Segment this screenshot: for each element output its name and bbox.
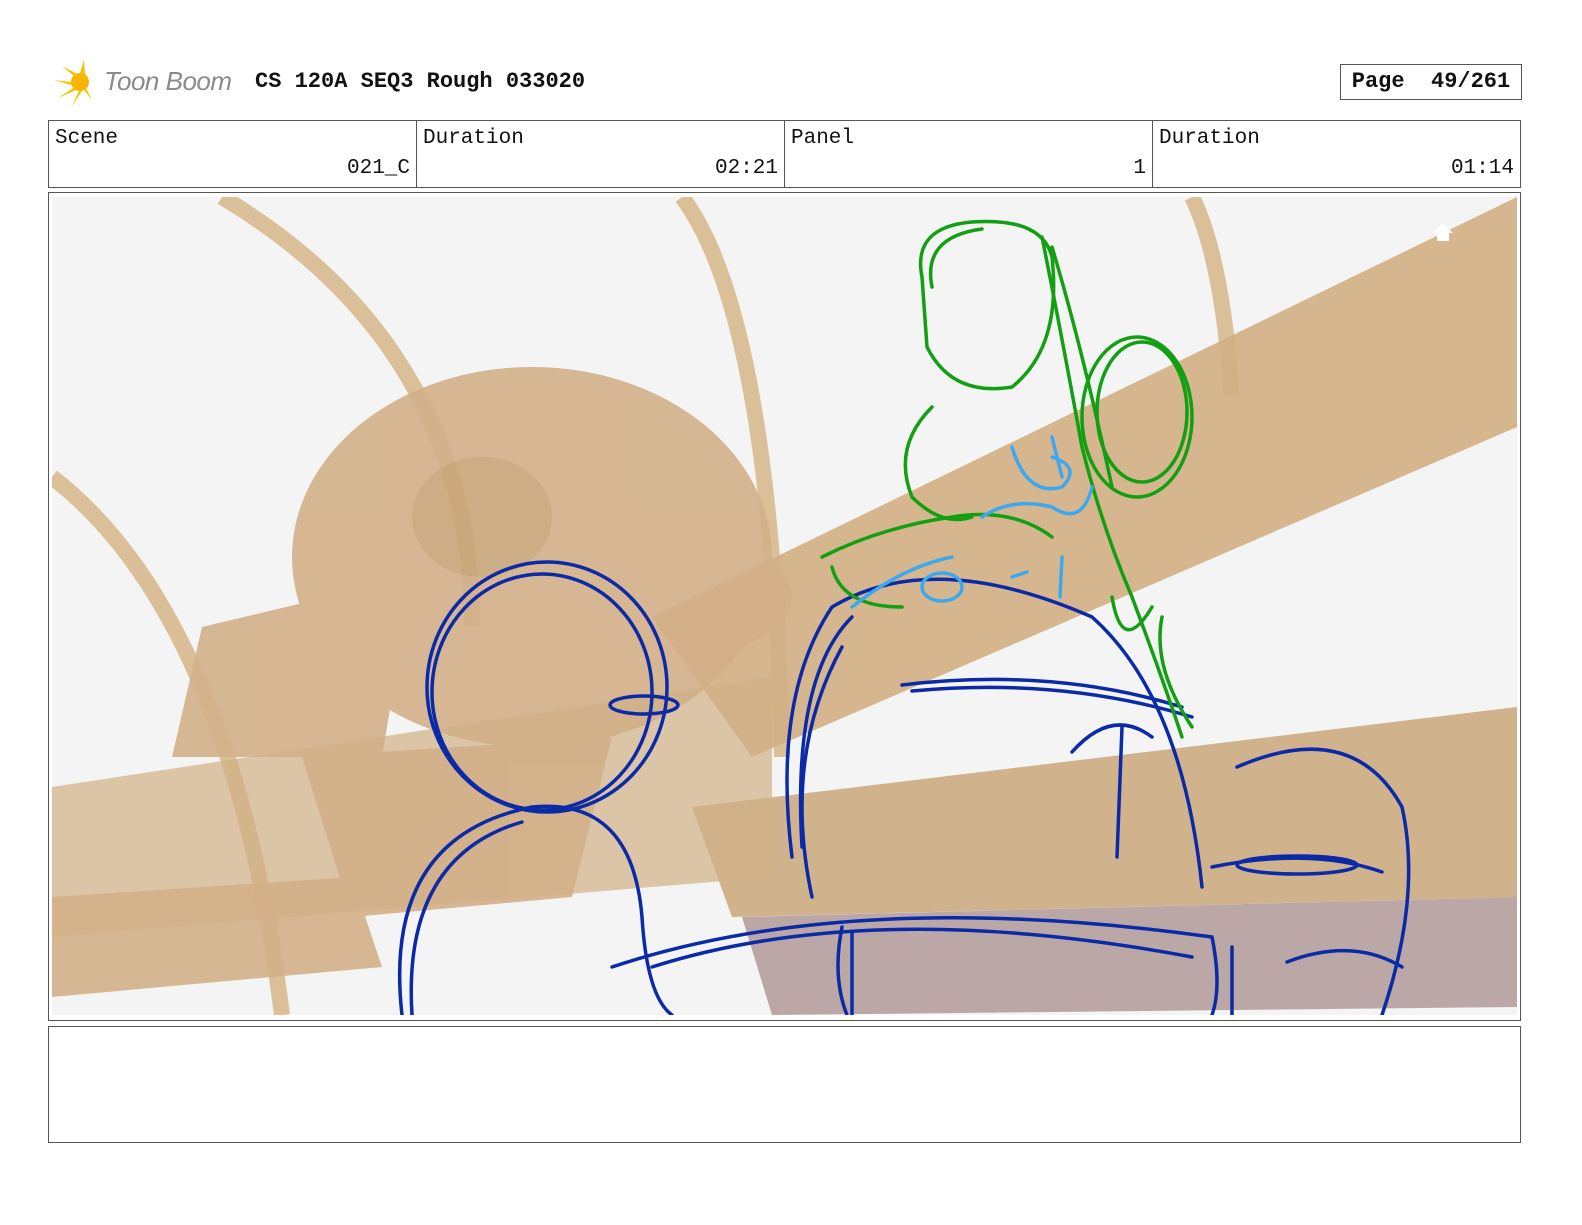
panel-cell: Panel 1	[785, 121, 1153, 187]
panel-label: Panel	[791, 127, 855, 150]
duration-label: Duration	[423, 127, 524, 150]
scene-cell: Scene 021_C	[49, 121, 417, 187]
scene-value: 021_C	[346, 157, 410, 180]
page-header: Toon Boom CS 120A SEQ3 Rough 033020 Page…	[50, 58, 1540, 108]
panel-sketch	[52, 197, 1517, 1015]
page-label: Page	[1351, 69, 1405, 94]
page-indicator: Page 49/261	[1340, 64, 1522, 100]
toon-boom-logo: Toon Boom	[50, 58, 250, 108]
panel-duration-cell: Duration 01:14	[1153, 121, 1520, 187]
panel-value: 1	[1133, 157, 1146, 180]
toon-boom-logo-icon	[54, 60, 92, 106]
page-value: 49/261	[1431, 69, 1511, 94]
panel-duration-label: Duration	[1159, 127, 1260, 150]
duration-value: 02:21	[714, 157, 778, 180]
storyboard-panel-image	[52, 197, 1517, 1015]
logo-text: Toon Boom	[104, 66, 232, 96]
project-title: CS 120A SEQ3 Rough 033020	[255, 69, 586, 94]
scene-label: Scene	[55, 127, 119, 150]
panel-duration-value: 01:14	[1450, 157, 1514, 180]
info-table: Scene 021_C Duration 02:21 Panel 1 Durat…	[48, 120, 1521, 188]
notes-box	[48, 1026, 1521, 1143]
duration-cell: Duration 02:21	[417, 121, 785, 187]
